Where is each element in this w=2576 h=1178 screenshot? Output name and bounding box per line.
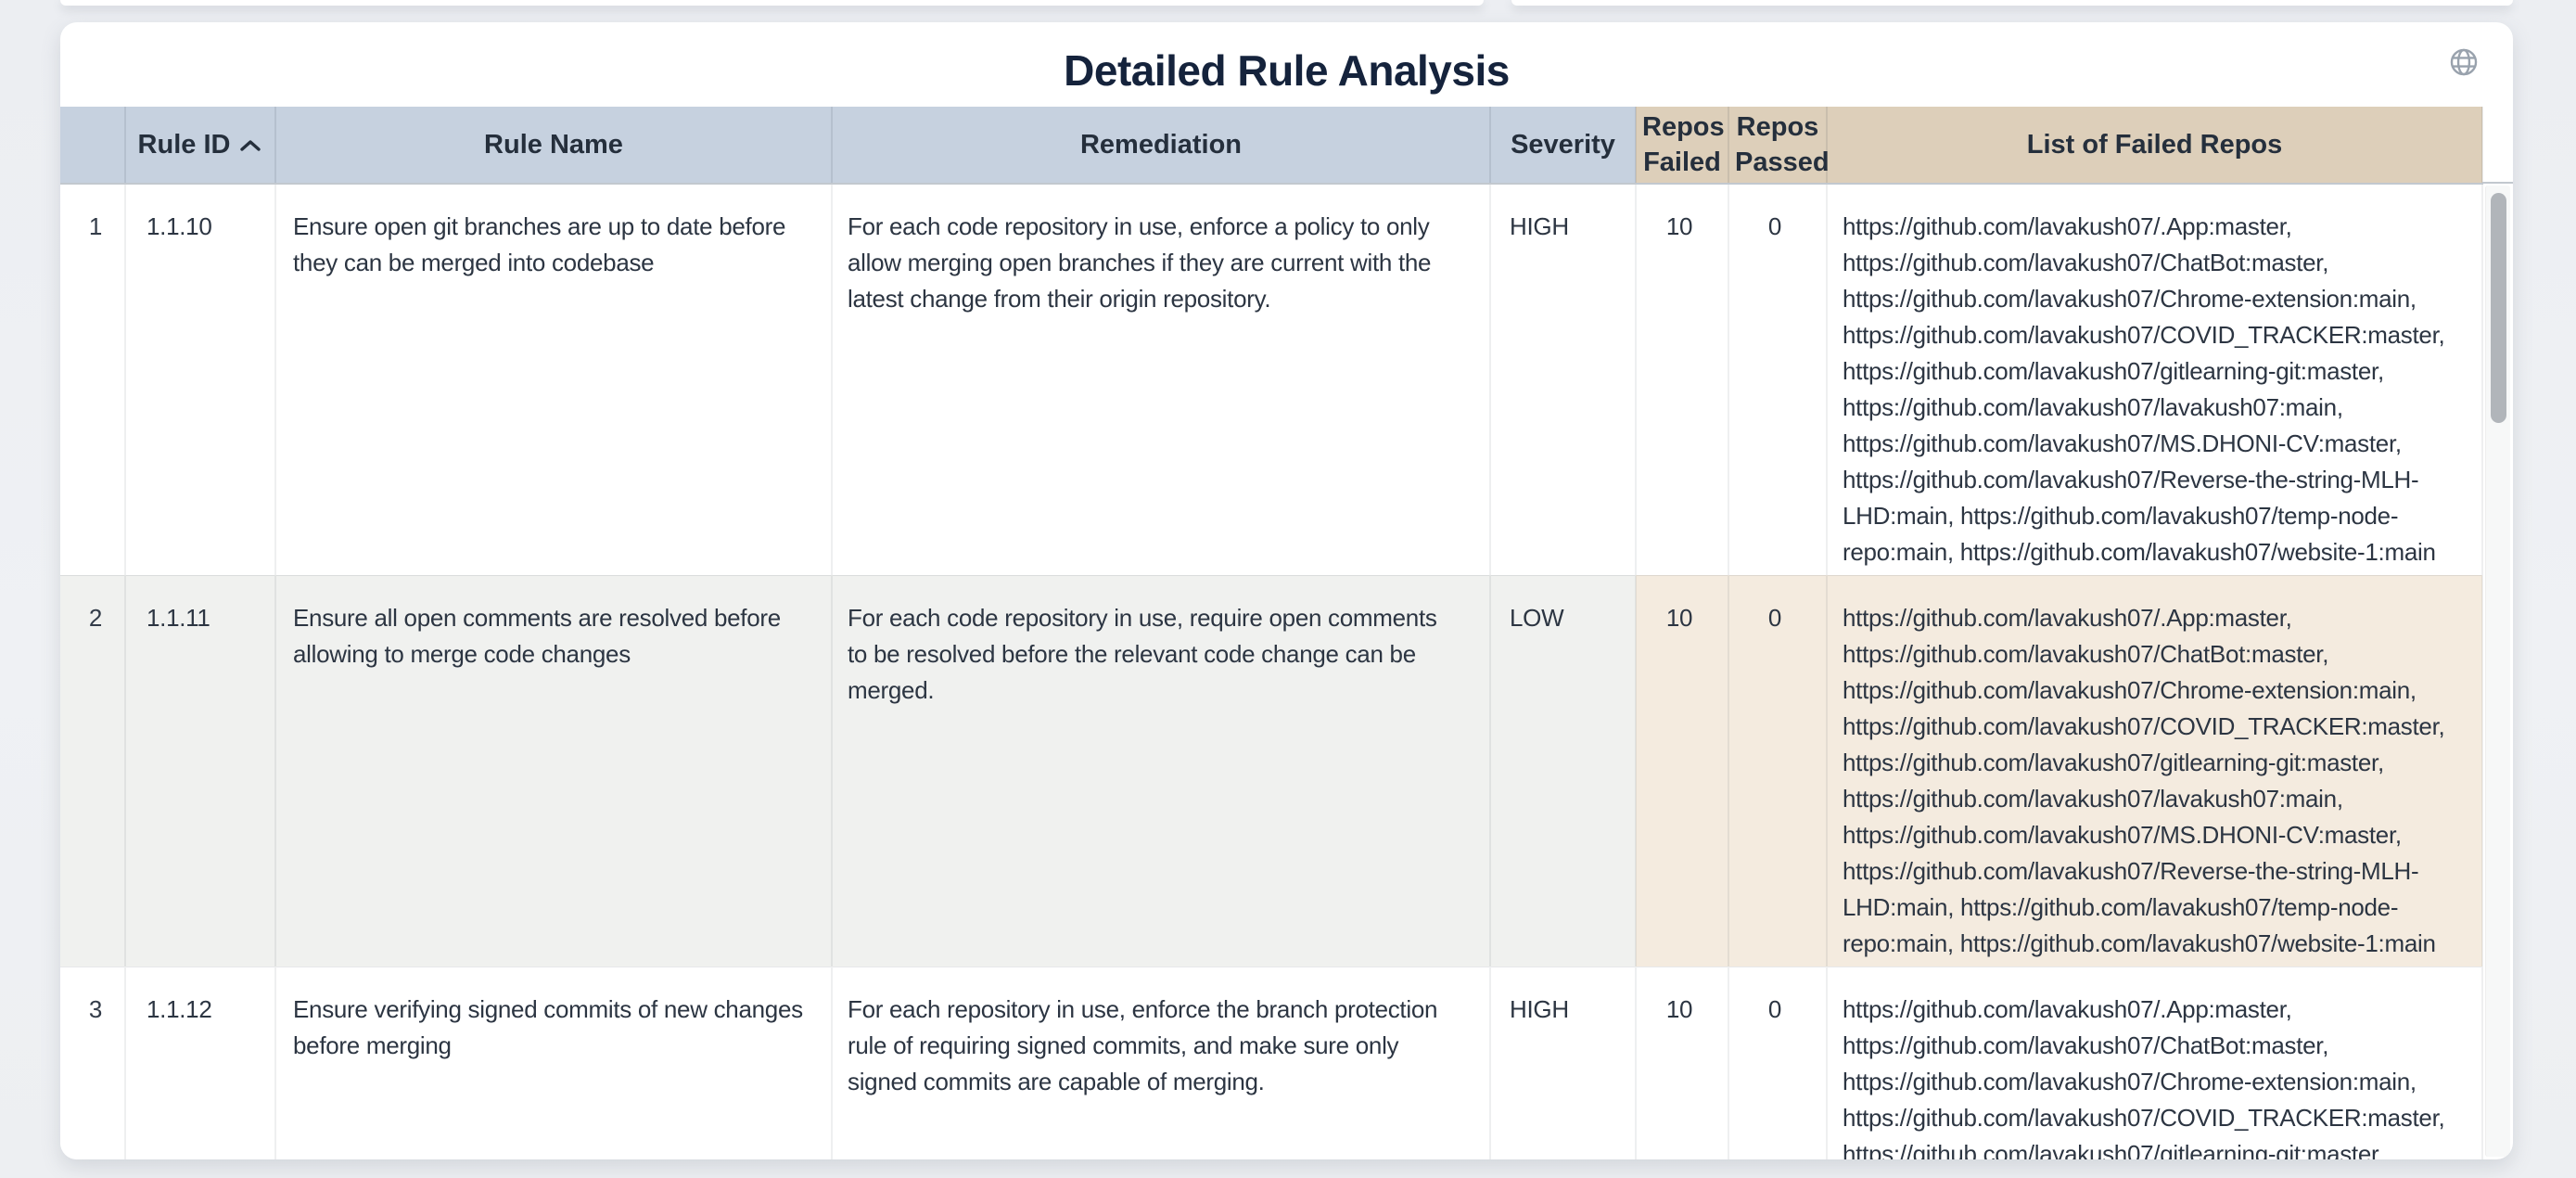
header-rule-name[interactable]: Rule Name xyxy=(275,107,832,184)
rule-name-cell: Ensure all open comments are resolved be… xyxy=(275,575,832,967)
rule-name-cell: Ensure open git branches are up to date … xyxy=(275,184,832,575)
page: Detailed Rule Analysis Rule ID xyxy=(0,0,2576,1178)
severity-cell: HIGH xyxy=(1490,184,1636,575)
header-row-number xyxy=(60,107,125,184)
table-row: 3 1.1.12 Ensure verifying signed commits… xyxy=(60,967,2482,1159)
header-divider-line xyxy=(2482,182,2513,184)
repos-failed-cell: 10 xyxy=(1636,184,1728,575)
vertical-scrollbar-track[interactable] xyxy=(2485,186,2510,1157)
table-row: 1 1.1.10 Ensure open git branches are up… xyxy=(60,184,2482,575)
header-repos-passed[interactable]: Repos Passed xyxy=(1728,107,1827,184)
header-row: Rule ID Rule Name Remediation Severity R… xyxy=(60,107,2482,184)
header-repos-failed-label: Repos Failed xyxy=(1642,112,1725,177)
row-number: 2 xyxy=(60,575,125,967)
failed-repos-list-cell: https://github.com/lavakush07/.App:maste… xyxy=(1827,575,2482,967)
rule-name-cell: Ensure verifying signed commits of new c… xyxy=(275,967,832,1159)
repos-failed-cell: 10 xyxy=(1636,967,1728,1159)
remediation-cell: For each code repository in use, enforce… xyxy=(832,184,1490,575)
table-row: 2 1.1.11 Ensure all open comments are re… xyxy=(60,575,2482,967)
header-repos-passed-label: Repos Passed xyxy=(1735,112,1830,177)
page-title: Detailed Rule Analysis xyxy=(60,46,2513,95)
rule-id-cell: 1.1.10 xyxy=(125,184,275,575)
rule-id-cell: 1.1.12 xyxy=(125,967,275,1159)
remediation-cell: For each code repository in use, require… xyxy=(832,575,1490,967)
rule-analysis-table-wrap: Rule ID Rule Name Remediation Severity R… xyxy=(60,107,2482,1159)
header-severity[interactable]: Severity xyxy=(1490,107,1636,184)
repos-failed-cell: 10 xyxy=(1636,575,1728,967)
header-rule-name-label: Rule Name xyxy=(484,130,623,160)
vertical-scrollbar-thumb[interactable] xyxy=(2491,193,2506,423)
header-severity-label: Severity xyxy=(1511,130,1615,160)
rule-analysis-table: Rule ID Rule Name Remediation Severity R… xyxy=(60,107,2483,1159)
rule-id-cell: 1.1.11 xyxy=(125,575,275,967)
repos-passed-cell: 0 xyxy=(1728,967,1827,1159)
repos-passed-cell: 0 xyxy=(1728,184,1827,575)
failed-repos-list-cell: https://github.com/lavakush07/.App:maste… xyxy=(1827,184,2482,575)
row-number: 1 xyxy=(60,184,125,575)
globe-icon[interactable] xyxy=(2448,46,2480,78)
severity-cell: LOW xyxy=(1490,575,1636,967)
header-failed-repos-list[interactable]: List of Failed Repos xyxy=(1827,107,2482,184)
header-remediation-label: Remediation xyxy=(1080,130,1242,160)
header-remediation[interactable]: Remediation xyxy=(832,107,1490,184)
header-failed-repos-list-label: List of Failed Repos xyxy=(2027,130,2283,160)
remediation-cell: For each repository in use, enforce the … xyxy=(832,967,1490,1159)
top-card-left-edge xyxy=(60,0,1484,6)
failed-repos-list-cell: https://github.com/lavakush07/.App:maste… xyxy=(1827,967,2482,1159)
repos-passed-cell: 0 xyxy=(1728,575,1827,967)
top-card-right-edge xyxy=(1511,0,2513,6)
header-repos-failed[interactable]: Repos Failed xyxy=(1636,107,1728,184)
sort-ascending-icon xyxy=(238,128,262,163)
rule-analysis-card: Detailed Rule Analysis Rule ID xyxy=(60,22,2513,1159)
severity-cell: HIGH xyxy=(1490,967,1636,1159)
header-rule-id-label: Rule ID xyxy=(138,130,231,160)
row-number: 3 xyxy=(60,967,125,1159)
header-rule-id[interactable]: Rule ID xyxy=(125,107,275,184)
